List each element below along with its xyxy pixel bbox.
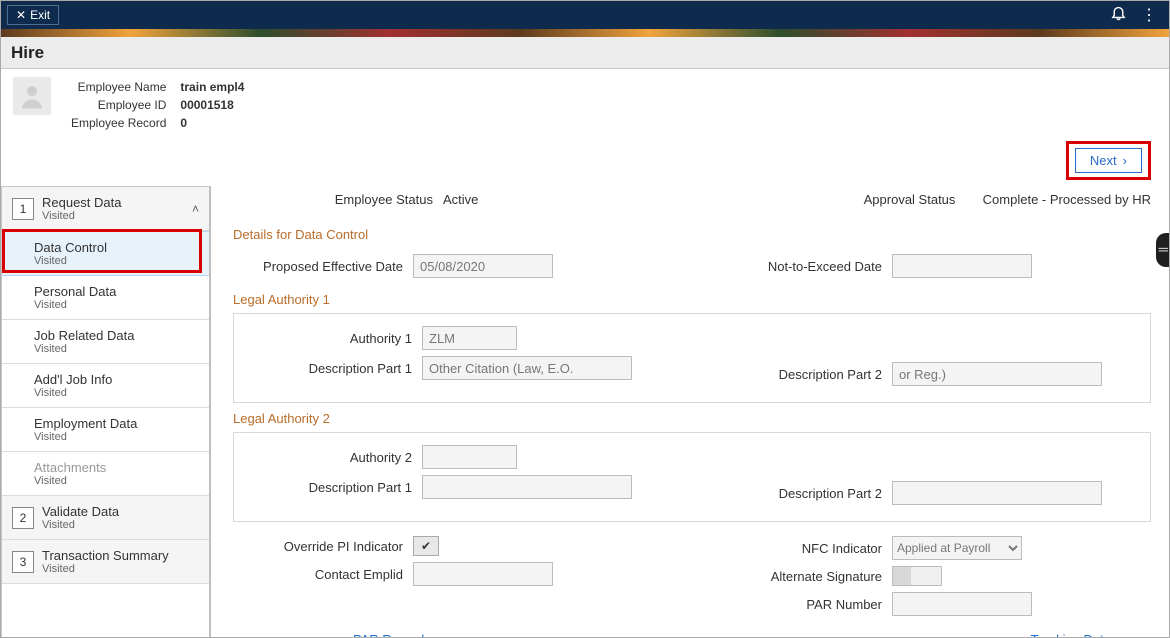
sidebar-item-personal-data[interactable]: Personal DataVisited bbox=[2, 276, 209, 320]
emp-name-label: Employee Name bbox=[65, 79, 172, 95]
scroll-handle-icon[interactable]: || bbox=[1156, 233, 1170, 267]
step-sublabel: Visited bbox=[42, 563, 169, 575]
nte-input[interactable] bbox=[892, 254, 1032, 278]
la2-dp1-input[interactable] bbox=[422, 475, 632, 499]
step-sublabel: Visited bbox=[42, 210, 122, 222]
exit-button[interactable]: ✕ Exit bbox=[7, 5, 59, 25]
sidebar-step-transaction-summary[interactable]: 3 Transaction SummaryVisited bbox=[2, 540, 209, 584]
la1-dp2-input[interactable] bbox=[892, 362, 1102, 386]
section-la2: Legal Authority 2 bbox=[233, 411, 1151, 426]
approval-status-label: Approval Status bbox=[864, 192, 956, 207]
next-label: Next bbox=[1090, 153, 1117, 168]
sidebar-item-job-related[interactable]: Job Related DataVisited bbox=[2, 320, 209, 364]
banner-decoration bbox=[1, 29, 1169, 37]
next-button[interactable]: Next › bbox=[1075, 148, 1142, 173]
section-la1: Legal Authority 1 bbox=[233, 292, 1151, 307]
step-sublabel: Visited bbox=[34, 431, 137, 443]
step-sublabel: Visited bbox=[34, 387, 112, 399]
exit-label: Exit bbox=[30, 8, 50, 22]
emp-id-value: 00001518 bbox=[174, 97, 250, 113]
emp-name-value: train empl4 bbox=[174, 79, 250, 95]
step-title: Transaction Summary bbox=[42, 548, 169, 563]
step-title: Request Data bbox=[42, 195, 122, 210]
auth2-label: Authority 2 bbox=[242, 450, 412, 465]
nfc-select[interactable]: Applied at Payroll bbox=[892, 536, 1022, 560]
step-sublabel: Visited bbox=[34, 475, 106, 487]
emp-record-label: Employee Record bbox=[65, 115, 172, 131]
la2-dp2-label: Description Part 2 bbox=[712, 486, 882, 501]
step-title: Attachments bbox=[34, 460, 106, 475]
chevron-up-icon: ˄ bbox=[192, 202, 199, 216]
notification-bell-icon[interactable] bbox=[1110, 4, 1127, 26]
proposed-date-label: Proposed Effective Date bbox=[233, 259, 403, 274]
employee-header: Employee Nametrain empl4 Employee ID0000… bbox=[63, 77, 252, 133]
auth1-label: Authority 1 bbox=[242, 331, 412, 346]
step-title: Personal Data bbox=[34, 284, 116, 299]
next-highlight: Next › bbox=[1066, 141, 1151, 180]
step-badge: 1 bbox=[12, 198, 34, 220]
la1-dp1-input[interactable] bbox=[422, 356, 632, 380]
emp-status-value: Active bbox=[443, 192, 478, 207]
sidebar-step-request-data[interactable]: 1 Request DataVisited ˄ bbox=[2, 187, 209, 231]
step-sublabel: Visited bbox=[42, 519, 119, 531]
nfc-label: NFC Indicator bbox=[712, 541, 882, 556]
auth1-input[interactable] bbox=[422, 326, 517, 350]
step-badge: 3 bbox=[12, 551, 34, 573]
close-icon: ✕ bbox=[16, 8, 26, 22]
step-title: Validate Data bbox=[42, 504, 119, 519]
more-menu-icon[interactable]: ⋮ bbox=[1141, 5, 1157, 25]
override-pi-checkbox[interactable]: ✔ bbox=[413, 536, 439, 556]
la2-dp1-label: Description Part 1 bbox=[242, 480, 412, 495]
tracking-data-link[interactable]: Tracking Data bbox=[1031, 632, 1111, 638]
contact-emplid-input[interactable] bbox=[413, 562, 553, 586]
emp-id-label: Employee ID bbox=[65, 97, 172, 113]
step-title: Job Related Data bbox=[34, 328, 134, 343]
sidebar-item-data-control[interactable]: Data ControlVisited bbox=[2, 231, 209, 276]
page-title: Hire bbox=[1, 37, 1169, 69]
step-title: Add'l Job Info bbox=[34, 372, 112, 387]
approval-status-value: Complete - Processed by HR bbox=[983, 192, 1151, 207]
emp-status-label: Employee Status bbox=[233, 192, 433, 207]
section-details: Details for Data Control bbox=[233, 227, 1151, 242]
sidebar-item-employment-data[interactable]: Employment DataVisited bbox=[2, 408, 209, 452]
par-remarks-link[interactable]: PAR Remarks bbox=[353, 632, 434, 638]
step-badge: 2 bbox=[12, 507, 34, 529]
nte-label: Not-to-Exceed Date bbox=[712, 259, 882, 274]
contact-emplid-label: Contact Emplid bbox=[233, 567, 403, 582]
la1-dp1-label: Description Part 1 bbox=[242, 361, 412, 376]
la2-dp2-input[interactable] bbox=[892, 481, 1102, 505]
par-number-label: PAR Number bbox=[712, 597, 882, 612]
alt-sig-label: Alternate Signature bbox=[712, 569, 882, 584]
la1-dp2-label: Description Part 2 bbox=[712, 367, 882, 382]
chevron-right-icon: › bbox=[1123, 153, 1127, 168]
step-sublabel: Visited bbox=[34, 299, 116, 311]
step-sublabel: Visited bbox=[34, 255, 107, 267]
step-title: Data Control bbox=[34, 240, 107, 255]
step-title: Employment Data bbox=[34, 416, 137, 431]
override-pi-label: Override PI Indicator bbox=[233, 539, 403, 554]
par-number-input[interactable] bbox=[892, 592, 1032, 616]
proposed-date-input[interactable] bbox=[413, 254, 553, 278]
sidebar-item-attachments[interactable]: AttachmentsVisited bbox=[2, 452, 209, 496]
wizard-sidebar: 1 Request DataVisited ˄ Data ControlVisi… bbox=[1, 186, 211, 638]
main-content: Employee Status Active Approval Status Co… bbox=[211, 186, 1169, 638]
emp-record-value: 0 bbox=[174, 115, 250, 131]
step-sublabel: Visited bbox=[34, 343, 134, 355]
sidebar-step-validate-data[interactable]: 2 Validate DataVisited bbox=[2, 496, 209, 540]
auth2-input[interactable] bbox=[422, 445, 517, 469]
sidebar-item-addl-job-info[interactable]: Add'l Job InfoVisited bbox=[2, 364, 209, 408]
avatar bbox=[13, 77, 51, 115]
